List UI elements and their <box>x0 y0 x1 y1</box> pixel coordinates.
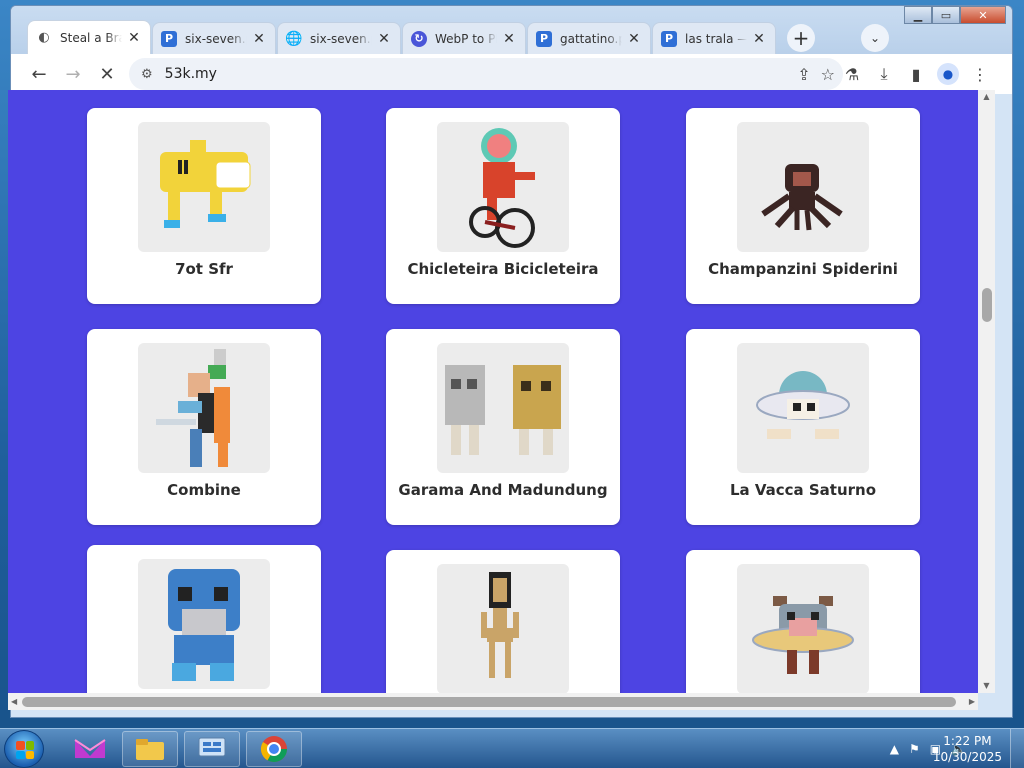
show-desktop-button[interactable] <box>1010 729 1024 768</box>
taskbar-chrome[interactable] <box>246 731 302 767</box>
forward-button[interactable]: → <box>57 58 89 90</box>
card-title: La Vacca Saturno <box>729 481 877 499</box>
new-tab-button[interactable]: + <box>787 24 815 52</box>
windows-logo-icon <box>16 741 34 759</box>
action-center-flag-icon[interactable]: ⚑ <box>909 742 920 756</box>
brainrot-card[interactable] <box>686 550 920 693</box>
show-hidden-icons-icon[interactable]: ▲ <box>890 742 899 756</box>
scroll-down-icon[interactable]: ▼ <box>978 679 995 693</box>
scroll-up-icon[interactable]: ▲ <box>978 90 995 104</box>
close-icon[interactable]: ✕ <box>751 31 767 47</box>
tab-steal-a-brainrot[interactable]: ◐ Steal a Brainrot ✕ <box>27 20 151 54</box>
taskbar-app-purple[interactable] <box>62 731 118 767</box>
share-icon[interactable]: ⇪ <box>797 65 810 84</box>
brainrot-card[interactable]: La Vacca Saturno <box>686 329 920 525</box>
close-icon[interactable]: ✕ <box>126 30 142 46</box>
address-bar[interactable]: ⚙ 53k.my ⇪ ☆ <box>129 58 843 90</box>
brainrot-card[interactable] <box>87 545 321 693</box>
profile-button[interactable]: ● <box>932 58 964 90</box>
brainrot-image <box>737 564 869 693</box>
close-icon[interactable]: ✕ <box>376 31 392 47</box>
close-icon[interactable]: ✕ <box>251 31 267 47</box>
back-button[interactable]: ← <box>23 58 55 90</box>
start-button[interactable] <box>4 730 44 768</box>
clock[interactable]: 1:22 PM 10/30/2025 <box>933 733 1002 765</box>
url-text: 53k.my <box>164 66 217 82</box>
tab-webp-to-png[interactable]: ↻ WebP to PNG ✕ <box>402 22 526 54</box>
avatar-icon: ● <box>937 63 959 85</box>
chrome-icon <box>260 736 288 763</box>
taskbar: ▲ ⚑ ▣ 🔈 1:22 PM 10/30/2025 <box>0 728 1024 768</box>
brainrot-image <box>437 564 569 693</box>
globe-icon: 🌐 <box>285 30 303 47</box>
scroll-left-icon[interactable]: ◀ <box>11 693 17 710</box>
close-icon[interactable]: ✕ <box>501 31 517 47</box>
clock-date: 10/30/2025 <box>932 750 1002 764</box>
brainrot-card[interactable] <box>386 550 620 693</box>
minimize-button[interactable]: ▁ <box>904 6 932 24</box>
app-icon <box>74 739 106 758</box>
folder-icon <box>136 739 164 760</box>
bookmark-star-icon[interactable]: ☆ <box>821 65 835 84</box>
card-title: 7ot Sfr <box>175 260 233 278</box>
vertical-scrollbar[interactable]: ▲ ▼ <box>978 90 995 693</box>
card-title: Garama And Madundung <box>398 481 608 499</box>
tab-six-seven-2[interactable]: 🌐 six-seven.png ✕ <box>277 22 401 54</box>
brainrot-image <box>437 122 569 252</box>
tab-title: six-seven.png <box>310 31 372 46</box>
taskbar-control-panel[interactable] <box>184 731 240 767</box>
tab-gattatino[interactable]: P gattatino.png ✕ <box>527 22 651 54</box>
brainrot-card[interactable]: 7ot Sfr <box>87 108 321 304</box>
side-panel-icon[interactable]: ▮ <box>900 58 932 90</box>
tab-title: six-seven.png <box>185 31 247 46</box>
horizontal-scroll-thumb[interactable] <box>22 697 956 707</box>
brainrot-image <box>737 122 869 252</box>
labs-flask-icon[interactable]: ⚗ <box>836 58 868 90</box>
card-title: Combine <box>167 481 241 499</box>
tab-title: las trala — P <box>685 31 747 46</box>
brainrot-card[interactable]: Chicleteira Bicicleteira <box>386 108 620 304</box>
brainrot-card[interactable]: Garama And Madundung <box>386 329 620 525</box>
webp-icon: ↻ <box>411 30 427 47</box>
p-icon: P <box>161 30 177 47</box>
tab-las-trala[interactable]: P las trala — P ✕ <box>652 22 776 54</box>
p-icon: P <box>536 30 552 47</box>
download-icon[interactable]: ⤓ <box>868 58 900 90</box>
brainrot-image <box>138 122 270 252</box>
tab-title: WebP to PNG <box>435 31 497 46</box>
close-window-button[interactable]: ✕ <box>960 6 1006 24</box>
brainrot-card[interactable]: Combine <box>87 329 321 525</box>
scroll-right-icon[interactable]: ▶ <box>969 693 975 710</box>
p-icon: P <box>661 30 677 47</box>
brainrot-image <box>138 559 270 689</box>
site-info-icon[interactable]: ⚙ <box>141 67 153 82</box>
close-icon[interactable]: ✕ <box>626 31 642 47</box>
stop-loading-button[interactable]: ✕ <box>91 58 123 90</box>
vertical-scroll-thumb[interactable] <box>982 288 992 322</box>
tab-strip: ◐ Steal a Brainrot ✕ P six-seven.png ✕ 🌐… <box>27 20 815 54</box>
maximize-button[interactable]: ▭ <box>932 6 960 24</box>
card-title: Chicleteira Bicicleteira <box>407 260 599 278</box>
brainrot-image <box>437 343 569 473</box>
loading-icon: ◐ <box>38 30 50 45</box>
control-panel-icon <box>198 737 226 757</box>
taskbar-file-explorer[interactable] <box>122 731 178 767</box>
horizontal-scrollbar[interactable]: ◀ ▶ <box>8 693 978 710</box>
tab-six-seven-1[interactable]: P six-seven.png ✕ <box>152 22 276 54</box>
tab-search-button[interactable]: ⌄ <box>861 24 889 52</box>
clock-time: 1:22 PM <box>943 734 992 748</box>
card-title: Champanzini Spiderini <box>708 260 898 278</box>
tab-title: gattatino.png <box>560 31 622 46</box>
browser-toolbar: ← → ✕ ⚙ 53k.my ⇪ ☆ ⚗ ⤓ ▮ ● ⋮ <box>11 54 1012 94</box>
page-viewport: 7ot Sfr Chicleteira Bicicleteira Champan… <box>8 90 978 693</box>
brainrot-image <box>737 343 869 473</box>
menu-icon[interactable]: ⋮ <box>964 58 996 90</box>
window-controls: ▁ ▭ ✕ <box>904 6 1006 24</box>
brainrot-image <box>138 343 270 473</box>
brainrot-card[interactable]: Champanzini Spiderini <box>686 108 920 304</box>
tab-title: Steal a Brainrot <box>60 30 122 45</box>
